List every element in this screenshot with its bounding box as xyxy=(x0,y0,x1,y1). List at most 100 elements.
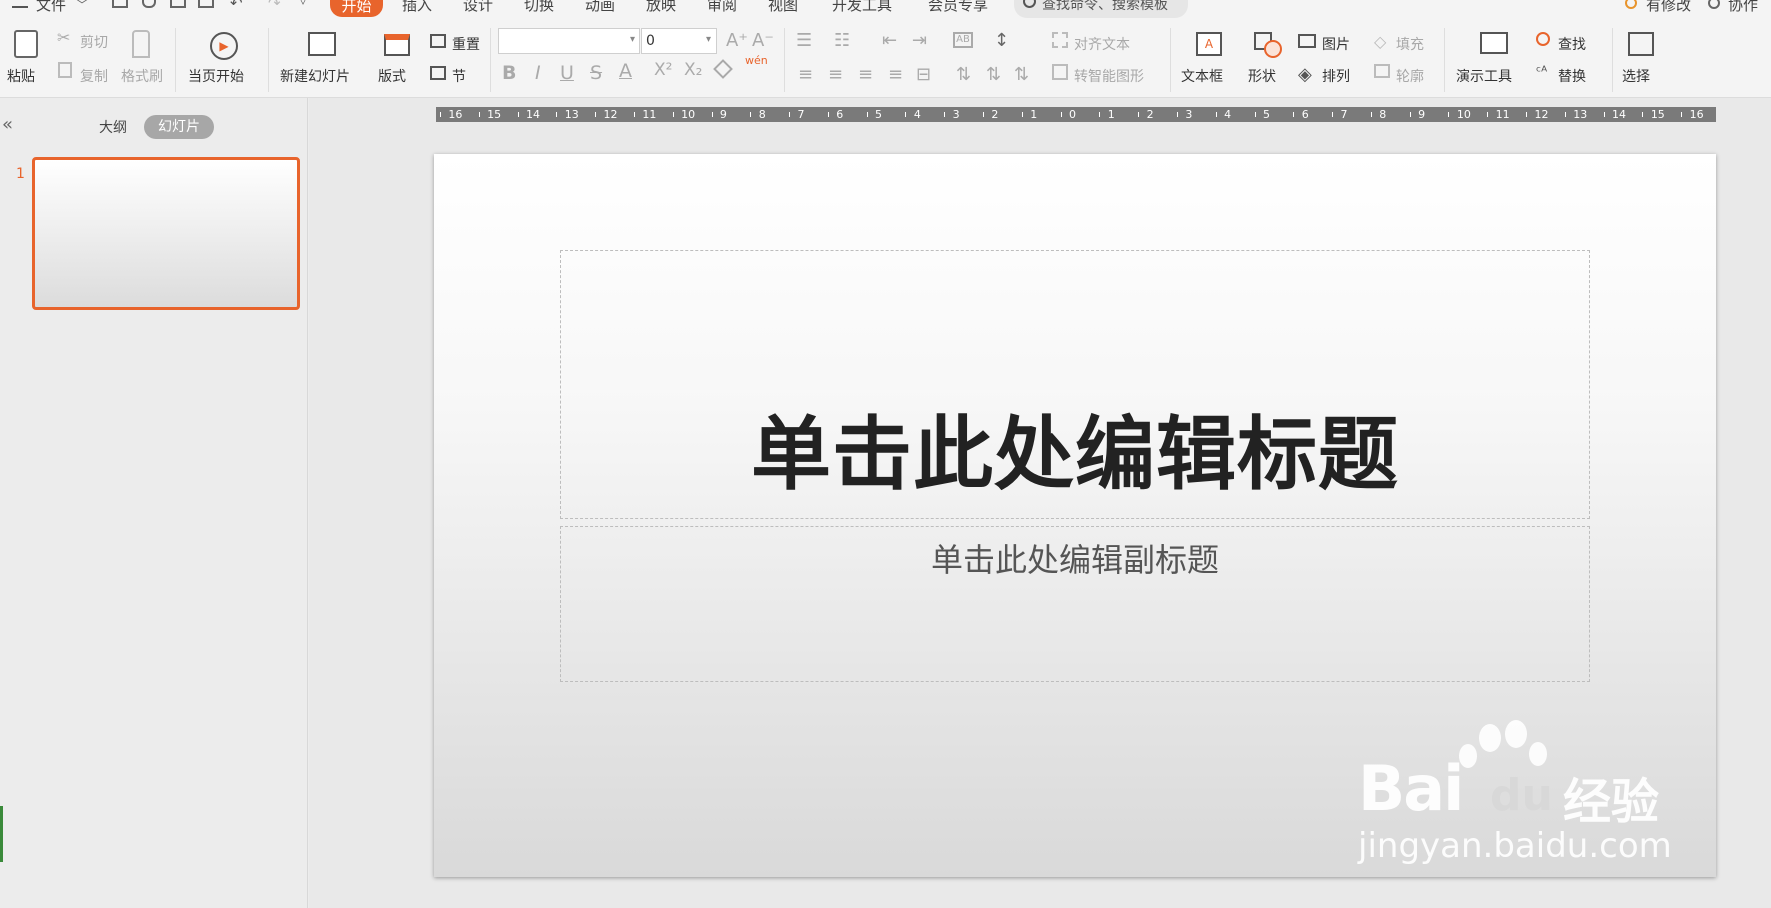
layout-button[interactable]: 版式 xyxy=(378,66,406,86)
undo-icon[interactable]: ↶ xyxy=(230,0,243,12)
menu-icon[interactable] xyxy=(12,0,28,8)
presentation-tools-button[interactable]: 演示工具 xyxy=(1456,66,1512,86)
slide-thumbnail[interactable] xyxy=(32,157,300,310)
print-icon[interactable] xyxy=(170,0,186,8)
decrease-font-icon[interactable]: A⁻ xyxy=(752,30,774,51)
text-direction-icon[interactable]: AB xyxy=(953,32,973,48)
align-left-icon[interactable]: ≡ xyxy=(798,64,813,85)
save-icon[interactable] xyxy=(112,0,128,8)
bold-icon[interactable]: B xyxy=(502,62,516,84)
tab-outline[interactable]: 大纲 xyxy=(99,117,127,137)
phonetic-guide-icon[interactable]: wén xyxy=(745,54,768,67)
picture-button[interactable]: 图片 xyxy=(1322,34,1350,54)
export-icon[interactable] xyxy=(142,0,156,8)
fill-button[interactable]: 填充 xyxy=(1396,34,1424,54)
strikethrough-icon[interactable]: S xyxy=(590,62,602,84)
play-from-current-button[interactable]: 当页开始 xyxy=(188,66,244,86)
new-slide-icon[interactable] xyxy=(308,32,336,56)
outline-button[interactable]: 轮廓 xyxy=(1396,66,1424,86)
select-icon[interactable] xyxy=(1628,32,1654,56)
clear-format-icon[interactable] xyxy=(713,59,733,79)
tab-insert[interactable]: 插入 xyxy=(402,0,432,15)
superscript-icon[interactable]: X² xyxy=(654,60,672,80)
numbered-list-icon[interactable]: ☷ xyxy=(834,30,850,51)
align-right-icon[interactable]: ≡ xyxy=(858,64,873,85)
collapse-panel-icon[interactable]: « xyxy=(2,114,13,135)
chevron-down-icon[interactable]: ▾ xyxy=(630,34,635,45)
tab-view[interactable]: 视图 xyxy=(768,0,798,15)
shape-circle-icon[interactable] xyxy=(1264,40,1282,58)
section-button[interactable]: 节 xyxy=(452,66,466,86)
columns-icon[interactable]: ⇅ xyxy=(956,64,971,85)
find-button[interactable]: 查找 xyxy=(1558,34,1586,54)
collab-icon[interactable] xyxy=(1708,0,1720,9)
pending-changes-icon[interactable] xyxy=(1625,0,1637,9)
format-painter-icon[interactable] xyxy=(132,30,150,58)
layout-icon[interactable] xyxy=(384,34,410,56)
textbox-icon[interactable]: A xyxy=(1196,32,1222,56)
format-painter-button[interactable]: 格式刷 xyxy=(121,66,163,86)
align-text-button[interactable]: 对齐文本 xyxy=(1074,34,1130,54)
subtitle-placeholder[interactable]: 单击此处编辑副标题 xyxy=(560,526,1590,682)
file-menu[interactable]: 文件 xyxy=(36,0,66,15)
tab-slideshow[interactable]: 放映 xyxy=(646,0,676,15)
tab-review[interactable]: 审阅 xyxy=(707,0,737,15)
reset-button[interactable]: 重置 xyxy=(452,34,480,54)
tab-design[interactable]: 设计 xyxy=(463,0,493,15)
print-preview-icon[interactable] xyxy=(198,0,214,8)
tab-member[interactable]: 会员专享 xyxy=(928,0,988,15)
textbox-button[interactable]: 文本框 xyxy=(1181,66,1223,86)
increase-font-icon[interactable]: A⁺ xyxy=(726,30,748,51)
arrange-button[interactable]: 排列 xyxy=(1322,66,1350,86)
presentation-tools-icon[interactable] xyxy=(1480,32,1508,54)
tab-animation[interactable]: 动画 xyxy=(585,0,615,15)
italic-icon[interactable]: I xyxy=(535,62,541,84)
subscript-icon[interactable]: X₂ xyxy=(684,60,702,80)
cut-button[interactable]: 剪切 xyxy=(80,32,108,52)
bullet-list-icon[interactable]: ☰ xyxy=(796,30,812,51)
outline-icon[interactable] xyxy=(1374,64,1390,78)
decrease-indent-icon[interactable]: ⇤ xyxy=(882,30,897,51)
arrange-icon[interactable]: ◈ xyxy=(1298,64,1312,85)
title-placeholder[interactable]: 单击此处编辑标题 xyxy=(560,250,1590,519)
new-slide-button[interactable]: 新建幻灯片 xyxy=(280,66,350,86)
tab-start[interactable]: 开始 xyxy=(330,0,383,17)
command-search[interactable]: 查找命令、搜索模板 xyxy=(1014,0,1188,18)
copy-button[interactable]: 复制 xyxy=(80,66,108,86)
paragraph-indent-icon[interactable]: ⇅ xyxy=(1014,64,1029,85)
reset-icon[interactable] xyxy=(430,34,446,48)
redo-icon[interactable]: ↷ xyxy=(268,0,281,12)
tab-developer[interactable]: 开发工具 xyxy=(832,0,892,15)
customize-toolbar-icon[interactable]: ▿ xyxy=(300,0,306,8)
font-color-icon[interactable]: A xyxy=(619,60,632,82)
smartart-icon[interactable] xyxy=(1052,64,1068,80)
justify-icon[interactable]: ≡ xyxy=(888,64,903,85)
pending-changes[interactable]: 有修改 xyxy=(1646,0,1691,15)
align-center-icon[interactable]: ≡ xyxy=(828,64,843,85)
replace-button[interactable]: 替换 xyxy=(1558,66,1586,86)
fill-icon[interactable]: ◇ xyxy=(1374,32,1386,51)
chevron-down-icon[interactable]: ﹀ xyxy=(76,0,88,13)
chevron-down-icon[interactable]: ▾ xyxy=(706,34,711,45)
section-icon[interactable] xyxy=(430,66,446,80)
convert-smartart-button[interactable]: 转智能图形 xyxy=(1074,66,1144,86)
picture-icon[interactable] xyxy=(1298,34,1316,48)
copy-icon[interactable] xyxy=(58,62,72,78)
tab-slides[interactable]: 幻灯片 xyxy=(144,115,214,139)
scissors-icon[interactable]: ✂ xyxy=(57,28,70,47)
play-icon[interactable]: ▶ xyxy=(210,32,238,60)
paste-icon[interactable] xyxy=(14,30,38,58)
font-name-select[interactable] xyxy=(498,28,640,54)
find-icon[interactable] xyxy=(1536,32,1550,46)
paste-button[interactable]: 粘贴 xyxy=(7,66,35,86)
select-button[interactable]: 选择 xyxy=(1622,66,1650,86)
collab-button[interactable]: 协作 xyxy=(1728,0,1758,15)
paragraph-spacing-icon[interactable]: ⇅ xyxy=(986,64,1001,85)
align-text-icon[interactable] xyxy=(1052,32,1068,48)
line-spacing-icon[interactable]: ↕ xyxy=(994,30,1009,51)
tab-transition[interactable]: 切换 xyxy=(524,0,554,15)
underline-icon[interactable]: U xyxy=(560,62,574,84)
increase-indent-icon[interactable]: ⇥ xyxy=(912,30,927,51)
distribute-icon[interactable]: ⊟ xyxy=(916,64,931,85)
shape-button[interactable]: 形状 xyxy=(1248,66,1276,86)
